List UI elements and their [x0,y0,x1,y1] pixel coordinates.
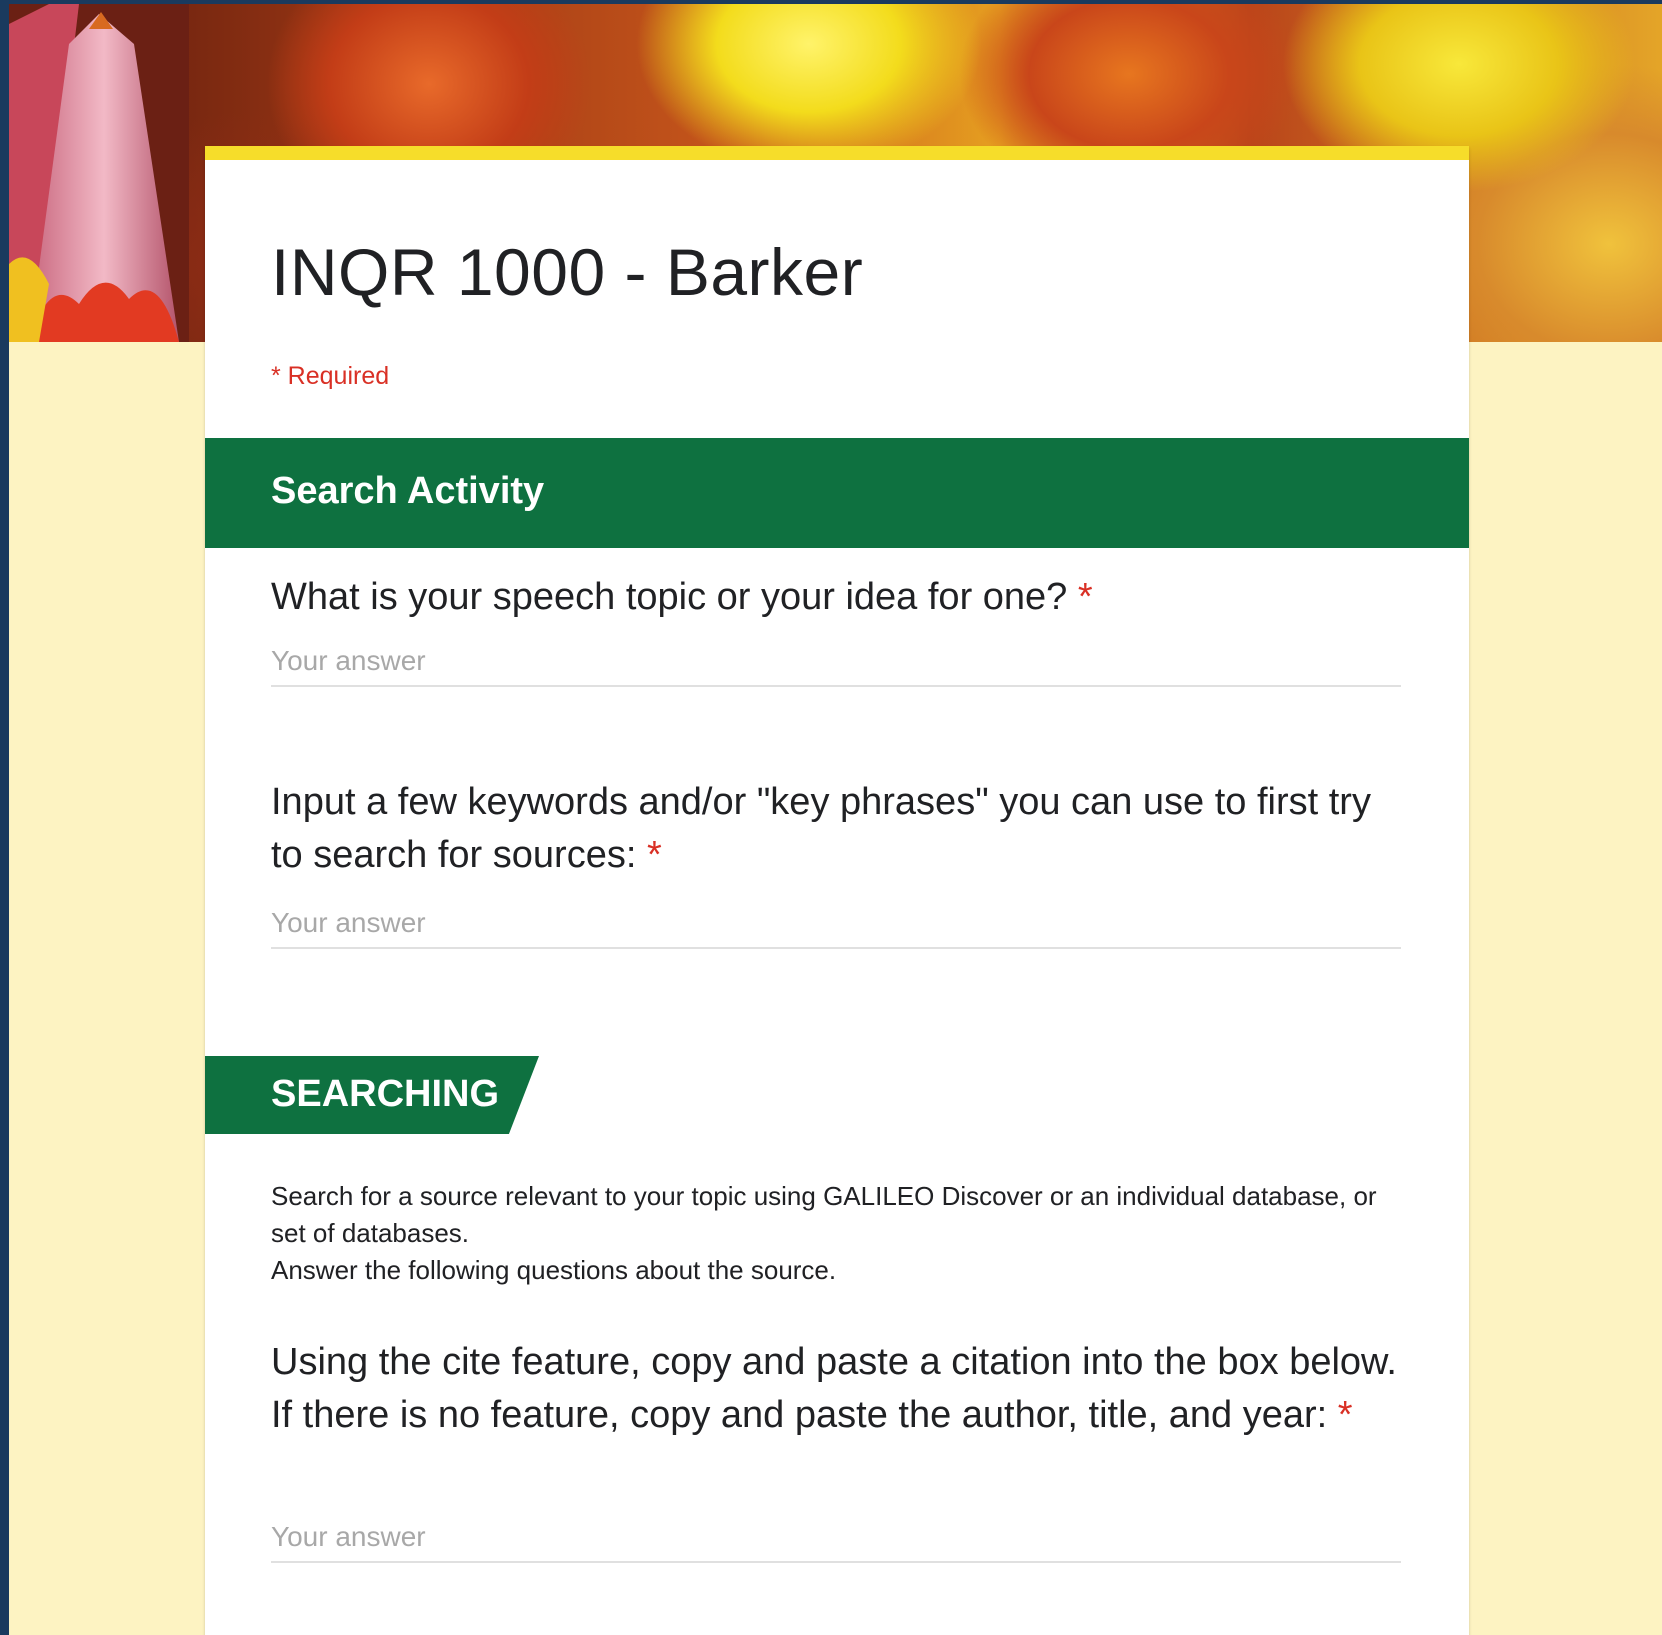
question-text: What is your speech topic or your idea f… [271,576,1068,618]
pencil-image [9,4,189,342]
description-line: Answer the following questions about the… [271,1255,837,1285]
answer-input-speech-topic[interactable] [271,637,1401,687]
answer-input-keywords[interactable] [271,899,1401,949]
question-text: Using the cite feature, copy and paste a… [271,1341,1397,1436]
section-title: Search Activity [271,470,545,512]
question-citation: Using the cite feature, copy and paste a… [271,1336,1401,1442]
description-line: Search for a source relevant to your top… [271,1181,1377,1248]
required-star: * [646,834,662,876]
required-star: * [1077,576,1093,618]
section-header-search-activity: Search Activity [205,438,1469,548]
required-note: * Required [271,362,390,390]
question-speech-topic: What is your speech topic or your idea f… [271,571,1401,624]
section-description: Search for a source relevant to your top… [271,1178,1401,1289]
section-header-searching: SEARCHING [205,1056,539,1134]
answer-input-citation[interactable] [271,1513,1401,1563]
question-keywords: Input a few keywords and/or "key phrases… [271,776,1401,882]
form-title: INQR 1000 - Barker [271,235,864,309]
question-text: Input a few keywords and/or "key phrases… [271,781,1371,876]
form-card: INQR 1000 - Barker * Required Search Act… [205,146,1469,1635]
section-title: SEARCHING [271,1073,500,1115]
form-accent-bar [205,146,1469,160]
required-star: * [1337,1394,1353,1436]
